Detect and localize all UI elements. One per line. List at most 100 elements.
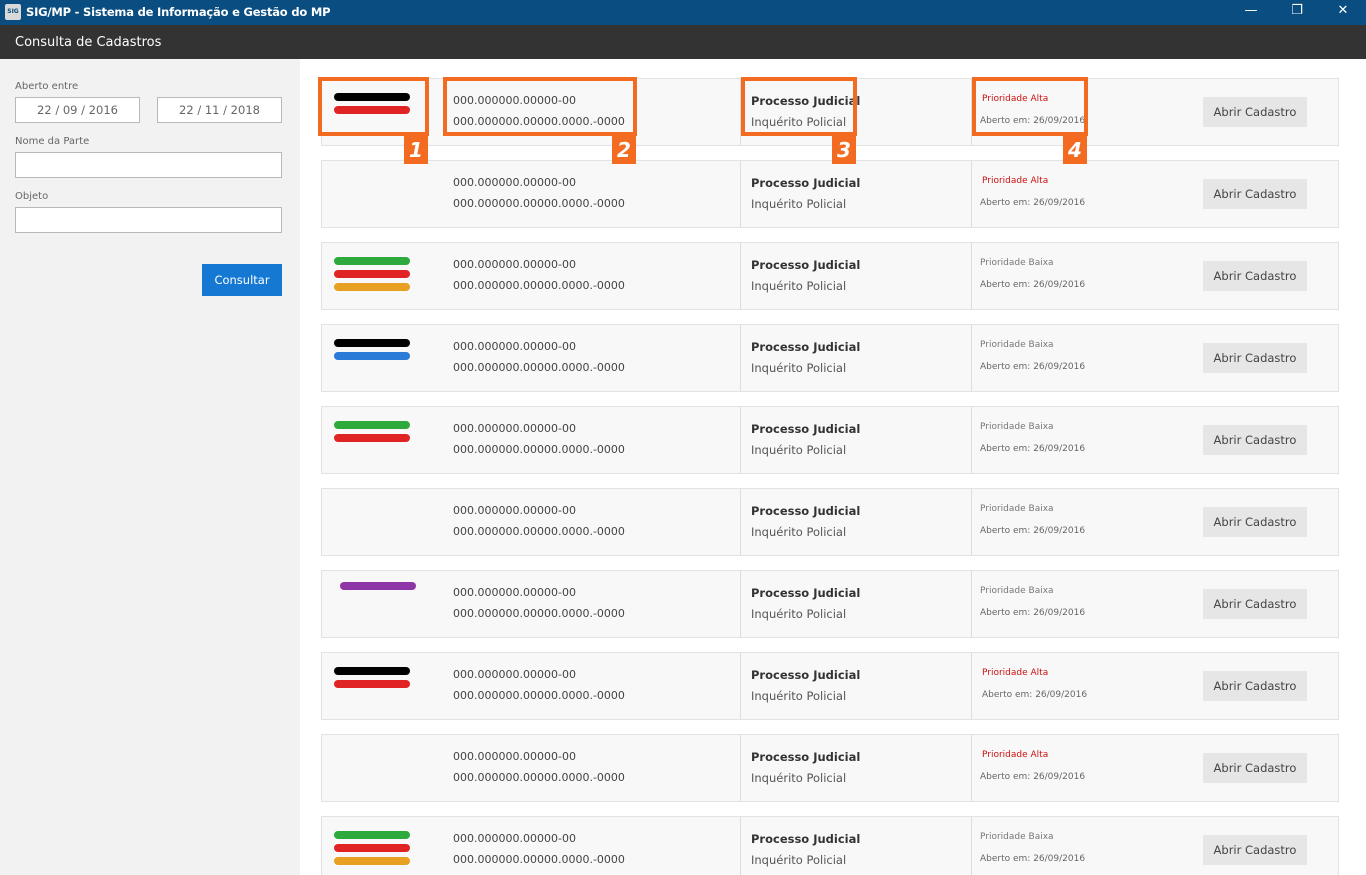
results-list: 000.000000.00000-00 000.000000.00000.0000… [300, 59, 1366, 875]
record-card: 000.000000.00000-00 000.000000.00000.0000… [321, 570, 1339, 638]
maximize-button[interactable]: ❐ [1274, 0, 1320, 25]
abrir-cadastro-button[interactable]: Abrir Cadastro [1203, 179, 1307, 209]
record-process-number: 000.000000.00000.0000.-0000 [453, 115, 625, 128]
column-divider [740, 407, 741, 473]
record-number: 000.000000.00000-00 [453, 258, 576, 271]
status-bar-green [334, 257, 410, 265]
aberto-entre-label: Aberto entre [15, 81, 79, 92]
consultar-button[interactable]: Consultar [202, 264, 282, 296]
column-divider [740, 653, 741, 719]
app-logo-icon: SIG [5, 4, 21, 20]
record-process-number: 000.000000.00000.0000.-0000 [453, 853, 625, 866]
record-card: 000.000000.00000-00 000.000000.00000.0000… [321, 324, 1339, 392]
record-opened-date: Aberto em: 26/09/2016 [982, 690, 1088, 700]
column-divider [740, 735, 741, 801]
status-bars [334, 257, 414, 296]
record-process-number: 000.000000.00000.0000.-0000 [453, 279, 625, 292]
status-bar-red [334, 270, 410, 278]
record-opened-date: Aberto em: 26/09/2016 [980, 198, 1086, 208]
record-opened-date: Aberto em: 26/09/2016 [980, 280, 1086, 290]
record-process-number: 000.000000.00000.0000.-0000 [453, 525, 625, 538]
abrir-cadastro-button[interactable]: Abrir Cadastro [1203, 343, 1307, 373]
priority-badge: Prioridade Baixa [980, 258, 1054, 268]
record-number: 000.000000.00000-00 [453, 340, 576, 353]
status-bars [334, 831, 414, 870]
column-divider [740, 325, 741, 391]
record-process-number: 000.000000.00000.0000.-0000 [453, 443, 625, 456]
annotation-number-4: 4 [1063, 136, 1087, 164]
record-card: 000.000000.00000-00 000.000000.00000.0000… [321, 652, 1339, 720]
status-bar-black [334, 93, 410, 101]
status-bar-purple [340, 582, 416, 590]
priority-badge: Prioridade Baixa [980, 586, 1054, 596]
date-from-input[interactable]: 22 / 09 / 2016 [15, 97, 140, 123]
status-bars [334, 339, 414, 365]
column-divider [740, 161, 741, 227]
abrir-cadastro-button[interactable]: Abrir Cadastro [1203, 261, 1307, 291]
record-opened-date: Aberto em: 26/09/2016 [980, 362, 1086, 372]
status-bars [334, 421, 414, 447]
column-divider [971, 79, 972, 145]
status-bars [334, 93, 414, 119]
column-divider [740, 489, 741, 555]
minimize-button[interactable]: — [1228, 0, 1274, 25]
record-subtype: Inquérito Policial [751, 771, 847, 785]
record-type: Processo Judicial [751, 668, 861, 682]
record-opened-date: Aberto em: 26/09/2016 [980, 526, 1086, 536]
abrir-cadastro-button[interactable]: Abrir Cadastro [1203, 835, 1307, 865]
record-subtype: Inquérito Policial [751, 115, 847, 129]
status-bar-blue [334, 352, 410, 360]
status-bar-red [334, 844, 410, 852]
record-subtype: Inquérito Policial [751, 443, 847, 457]
record-process-number: 000.000000.00000.0000.-0000 [453, 361, 625, 374]
abrir-cadastro-button[interactable]: Abrir Cadastro [1203, 97, 1307, 127]
status-bar-green [334, 421, 410, 429]
record-subtype: Inquérito Policial [751, 607, 847, 621]
record-card: 000.000000.00000-00 000.000000.00000.0000… [321, 160, 1339, 228]
record-opened-date: Aberto em: 26/09/2016 [980, 116, 1086, 126]
nome-parte-input[interactable] [15, 152, 282, 178]
status-bars [334, 667, 414, 693]
record-process-number: 000.000000.00000.0000.-0000 [453, 689, 625, 702]
record-card: 000.000000.00000-00 000.000000.00000.0000… [321, 242, 1339, 310]
record-opened-date: Aberto em: 26/09/2016 [980, 444, 1086, 454]
filter-sidebar: Aberto entre 22 / 09 / 2016 22 / 11 / 20… [0, 59, 300, 875]
record-number: 000.000000.00000-00 [453, 750, 576, 763]
abrir-cadastro-button[interactable]: Abrir Cadastro [1203, 753, 1307, 783]
priority-badge: Prioridade Baixa [980, 422, 1054, 432]
priority-badge: Prioridade Baixa [980, 832, 1054, 842]
record-card: 000.000000.00000-00 000.000000.00000.0000… [321, 816, 1339, 875]
column-divider [971, 817, 972, 875]
record-number: 000.000000.00000-00 [453, 422, 576, 435]
status-bar-green [334, 831, 410, 839]
column-divider [971, 407, 972, 473]
date-to-input[interactable]: 22 / 11 / 2018 [157, 97, 282, 123]
nome-parte-label: Nome da Parte [15, 136, 90, 147]
record-card: 000.000000.00000-00 000.000000.00000.0000… [321, 406, 1339, 474]
record-type: Processo Judicial [751, 586, 861, 600]
record-number: 000.000000.00000-00 [453, 176, 576, 189]
status-bar-black [334, 667, 410, 675]
record-number: 000.000000.00000-00 [453, 94, 576, 107]
record-subtype: Inquérito Policial [751, 279, 847, 293]
record-card: 000.000000.00000-00 000.000000.00000.0000… [321, 488, 1339, 556]
status-bar-red [334, 680, 410, 688]
record-number: 000.000000.00000-00 [453, 504, 576, 517]
priority-badge: Prioridade Baixa [980, 504, 1054, 514]
priority-badge: Prioridade Alta [982, 668, 1049, 678]
record-card: 000.000000.00000-00 000.000000.00000.0000… [321, 78, 1339, 146]
abrir-cadastro-button[interactable]: Abrir Cadastro [1203, 671, 1307, 701]
record-card: 000.000000.00000-00 000.000000.00000.0000… [321, 734, 1339, 802]
record-subtype: Inquérito Policial [751, 689, 847, 703]
abrir-cadastro-button[interactable]: Abrir Cadastro [1203, 425, 1307, 455]
abrir-cadastro-button[interactable]: Abrir Cadastro [1203, 589, 1307, 619]
record-type: Processo Judicial [751, 94, 861, 108]
page-header: Consulta de Cadastros [0, 25, 1366, 59]
objeto-input[interactable] [15, 207, 282, 233]
close-button[interactable]: ✕ [1320, 0, 1366, 25]
record-process-number: 000.000000.00000.0000.-0000 [453, 771, 625, 784]
column-divider [971, 653, 972, 719]
abrir-cadastro-button[interactable]: Abrir Cadastro [1203, 507, 1307, 537]
status-bar-red [334, 434, 410, 442]
status-bar-orange [334, 857, 410, 865]
